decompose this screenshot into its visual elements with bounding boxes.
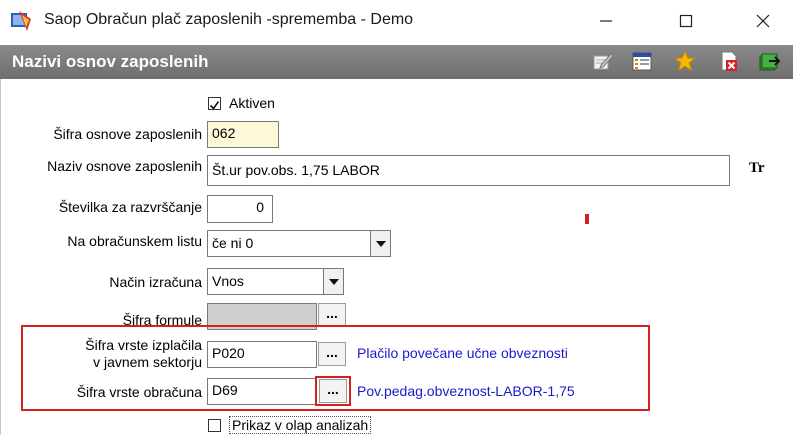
font-format-icon[interactable]: Tr — [749, 160, 765, 177]
aktiven-checkbox[interactable] — [208, 97, 221, 110]
sifra-obracuna-field[interactable]: D69 — [207, 378, 317, 405]
sifra-izplacila-label-line2: v javnem sektorju — [93, 354, 202, 370]
obracunski-list-select[interactable]: če ni 0 — [207, 230, 391, 257]
sifra-obracuna-browse-button[interactable]: ... — [319, 379, 347, 403]
nacin-label: Način izračuna — [109, 274, 202, 290]
stevilka-label: Številka za razvrščanje — [58, 199, 202, 215]
prikaz-olap-label: Prikaz v olap analizah — [229, 416, 372, 434]
naziv-osnove-field[interactable]: Št.ur pov.obs. 1,75 LABOR — [207, 155, 730, 186]
checkmark-icon — [209, 101, 220, 110]
obracunski-list-value: če ni 0 — [212, 235, 254, 251]
window-title: Saop Obračun plač zaposlenih -sprememba … — [44, 11, 414, 28]
sifra-izplacila-field[interactable]: P020 — [207, 341, 317, 368]
maximize-icon — [679, 14, 693, 28]
close-button[interactable] — [735, 0, 791, 42]
minimize-icon — [600, 20, 612, 22]
obracunski-list-label: Na obračunskem listu — [67, 233, 202, 249]
sifra-obracuna-label: Šifra vrste obračuna — [76, 384, 202, 400]
sifra-izplacila-label-line1: Šifra vrste izplačila — [85, 337, 202, 353]
delete-icon[interactable] — [718, 50, 740, 72]
nacin-select[interactable]: Vnos — [207, 268, 344, 295]
maximize-button[interactable] — [658, 0, 714, 42]
sifra-izplacila-description: Plačilo povečane učne obveznosti — [357, 345, 568, 361]
stevilka-field[interactable]: 0 — [207, 195, 273, 223]
app-icon — [9, 9, 33, 33]
nacin-value: Vnos — [212, 273, 244, 289]
sifra-izplacila-browse-button[interactable]: ... — [318, 342, 346, 366]
prikaz-olap-checkbox[interactable] — [208, 419, 221, 432]
sifra-izplacila-label: Šifra vrste izplačila v javnem sektorju — [30, 337, 202, 371]
sifra-osnove-field[interactable]: 062 — [207, 121, 279, 148]
red-marker — [585, 214, 589, 224]
sifra-obracuna-description: Pov.pedag.obveznost-LABOR-1,75 — [357, 383, 575, 399]
edit-icon[interactable] — [592, 50, 614, 72]
naziv-osnove-label: Naziv osnove zaposlenih — [47, 158, 202, 174]
sifra-osnove-label: Šifra osnove zaposlenih — [53, 126, 202, 142]
minimize-button[interactable] — [578, 0, 634, 42]
star-icon[interactable] — [673, 49, 697, 72]
aktiven-label: Aktiven — [229, 95, 275, 111]
sifra-formule-browse-button[interactable]: ... — [318, 303, 346, 327]
exit-icon[interactable] — [757, 50, 781, 72]
section-title: Nazivi osnov zaposlenih — [12, 52, 209, 71]
chevron-down-icon[interactable] — [370, 231, 390, 256]
chevron-down-icon[interactable] — [323, 269, 343, 294]
close-icon — [756, 14, 770, 28]
list-icon[interactable] — [631, 50, 653, 72]
